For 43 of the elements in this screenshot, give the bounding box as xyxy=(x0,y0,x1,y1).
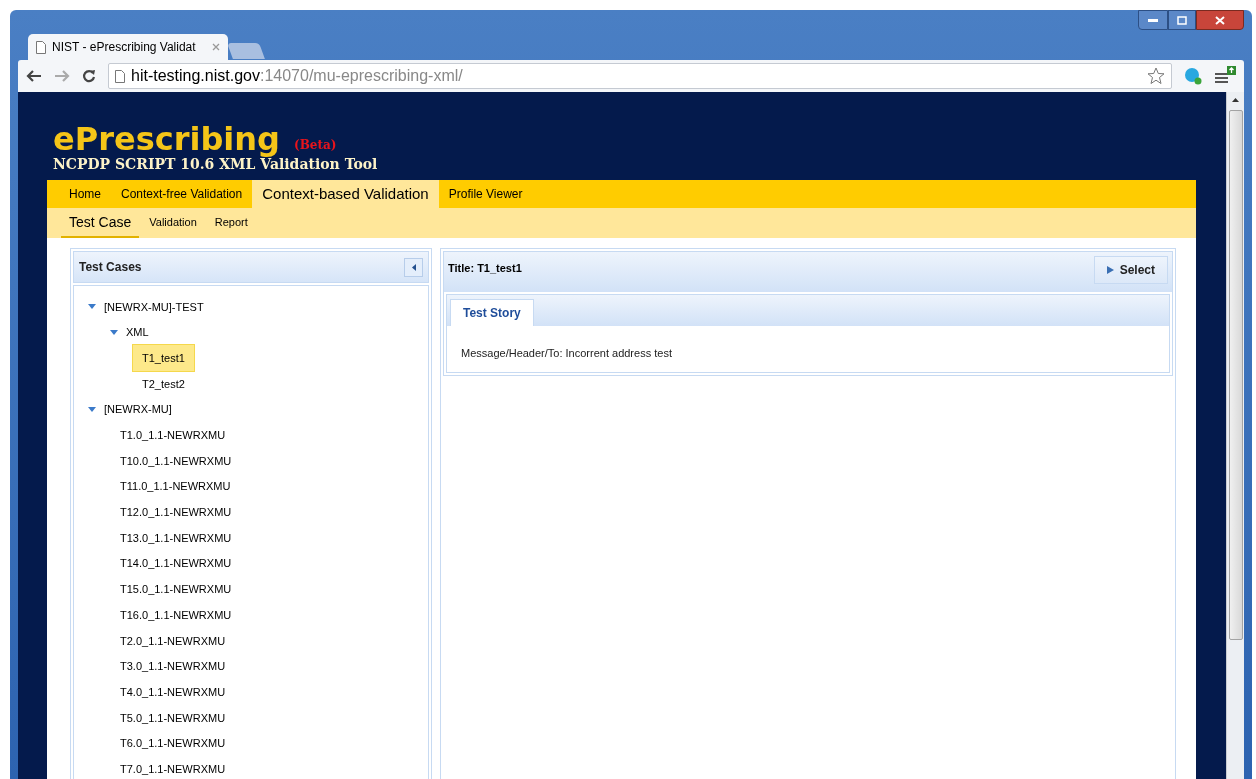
url-text: hit-testing.nist.gov:14070/mu-eprescribing-xml/ xyxy=(131,66,463,86)
maximize-icon xyxy=(1177,15,1187,25)
tree-item[interactable]: T1_test1 xyxy=(132,343,195,373)
expanded-arrow-icon[interactable] xyxy=(88,303,96,310)
story-text: Message/Header/To: Incorrent address test xyxy=(461,347,672,359)
page-icon xyxy=(36,40,46,54)
story-tab[interactable]: Test Story xyxy=(450,299,534,326)
minimize-button[interactable] xyxy=(1138,10,1168,30)
expanded-arrow-icon[interactable] xyxy=(110,329,118,336)
close-icon xyxy=(1215,15,1225,25)
subnav-tab[interactable]: Report xyxy=(206,208,256,238)
select-button[interactable]: Select xyxy=(1093,256,1168,284)
app-title: ePrescribing xyxy=(53,122,280,156)
maximize-button[interactable] xyxy=(1168,10,1196,30)
nav-tab[interactable]: Profile Viewer xyxy=(438,180,533,208)
left-arrow-icon xyxy=(411,263,416,271)
nav-tab[interactable]: Context-based Validation xyxy=(252,180,439,208)
new-tab-button[interactable] xyxy=(227,43,265,59)
scrollbar[interactable] xyxy=(1226,92,1244,779)
star-icon[interactable] xyxy=(1147,67,1165,85)
chat-extension-icon[interactable] xyxy=(1184,67,1202,85)
close-button[interactable] xyxy=(1196,10,1244,30)
subnav-tab[interactable]: Validation xyxy=(141,208,205,238)
browser-tab[interactable]: NIST - ePrescribing Validat xyxy=(28,34,228,60)
scroll-thumb[interactable] xyxy=(1228,110,1243,640)
back-icon[interactable] xyxy=(26,70,42,82)
play-icon xyxy=(1106,266,1114,274)
collapse-button[interactable] xyxy=(404,257,423,277)
reload-icon[interactable] xyxy=(82,69,96,83)
test-title: Title: T1_test1 xyxy=(448,261,522,276)
scroll-up-icon[interactable] xyxy=(1232,98,1239,102)
app-subtitle: NCPDP SCRIPT 10.6 XML Validation Tool xyxy=(53,156,379,172)
nav-tab[interactable]: Home xyxy=(59,180,111,208)
minimize-icon xyxy=(1148,18,1158,22)
address-bar[interactable]: hit-testing.nist.gov:14070/mu-eprescribing-xml/ xyxy=(108,63,1172,89)
beta-label: (Beta) xyxy=(293,137,337,154)
page-icon xyxy=(115,69,125,83)
tab-title: NIST - ePrescribing Validat xyxy=(52,39,196,56)
menu-icon[interactable] xyxy=(1214,66,1236,86)
expanded-arrow-icon[interactable] xyxy=(88,406,96,413)
nav-tab[interactable]: Context-free Validation xyxy=(111,180,253,208)
panel-title: Test Cases xyxy=(79,259,142,276)
close-icon[interactable] xyxy=(212,43,220,51)
